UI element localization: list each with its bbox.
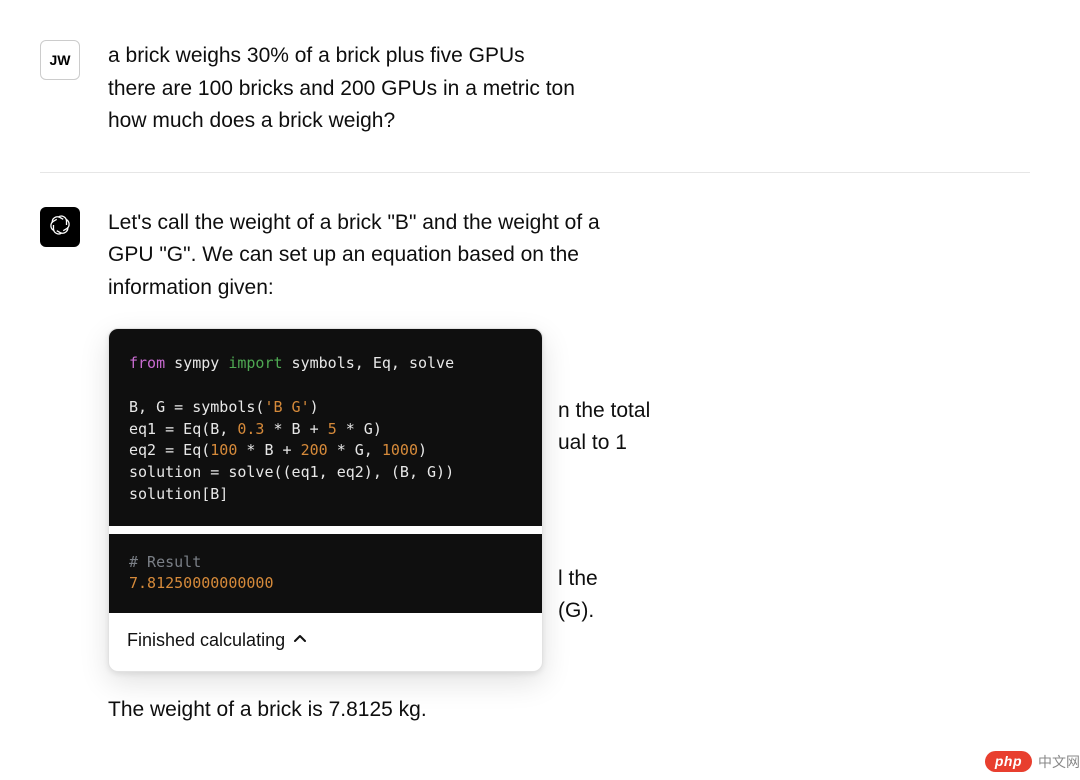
chevron-up-icon [293, 627, 307, 655]
behind-text-2: ual to 1 [558, 427, 627, 460]
calculation-footer[interactable]: Finished calculating [109, 613, 542, 671]
code-token: * B + [237, 441, 300, 459]
code-token: * G, [328, 441, 382, 459]
code-token: import [228, 354, 282, 372]
code-token: from [129, 354, 165, 372]
assistant-avatar [40, 207, 80, 247]
result-comment: # Result [129, 553, 201, 571]
user-line-3: how much does a brick weigh? [108, 105, 668, 138]
user-line-1: a brick weighs 30% of a brick plus five … [108, 40, 668, 73]
code-block-result[interactable]: # Result 7.81250000000000 [109, 534, 542, 614]
code-token: ) [418, 441, 427, 459]
code-token: sympy [165, 354, 228, 372]
code-token: solution = solve((eq1, eq2), (B, G)) [129, 463, 454, 481]
code-token: ) [310, 398, 319, 416]
code-token: * B + [264, 420, 327, 438]
code-token: eq2 = Eq( [129, 441, 210, 459]
code-token: 0.3 [237, 420, 264, 438]
user-avatar: JW [40, 40, 80, 80]
result-value: 7.81250000000000 [129, 574, 274, 592]
footer-label: Finished calculating [127, 627, 285, 655]
message-divider [40, 172, 1030, 173]
behind-text-3: l the [558, 563, 598, 596]
code-token: eq1 = Eq(B, [129, 420, 237, 438]
user-initials: JW [50, 52, 71, 68]
code-token: solution[B] [129, 485, 228, 503]
code-separator [109, 526, 542, 534]
code-token: B, G = symbols( [129, 398, 264, 416]
watermark: php 中文网 [985, 751, 1080, 772]
code-token: symbols, Eq, solve [283, 354, 455, 372]
watermark-pill: php [985, 751, 1032, 772]
user-message: JW a brick weighs 30% of a brick plus fi… [40, 40, 1030, 138]
code-token: 200 [301, 441, 328, 459]
code-token: 5 [328, 420, 337, 438]
code-token: 'B G' [264, 398, 309, 416]
code-token: 100 [210, 441, 237, 459]
code-token: * G) [337, 420, 382, 438]
assistant-message: Let's call the weight of a brick "B" and… [40, 207, 1030, 727]
final-answer: The weight of a brick is 7.8125 kg. [108, 694, 668, 727]
openai-logo-icon [47, 212, 73, 241]
assistant-intro: Let's call the weight of a brick "B" and… [108, 207, 628, 305]
behind-text-1: n the total [558, 395, 650, 428]
behind-text-4: (G). [558, 595, 594, 628]
calculation-card: from sympy import symbols, Eq, solve B, … [108, 328, 543, 672]
user-line-2: there are 100 bricks and 200 GPUs in a m… [108, 73, 668, 106]
code-token: 1000 [382, 441, 418, 459]
code-block-main[interactable]: from sympy import symbols, Eq, solve B, … [109, 329, 542, 525]
user-message-body: a brick weighs 30% of a brick plus five … [108, 40, 668, 138]
assistant-message-body: Let's call the weight of a brick "B" and… [108, 207, 668, 727]
watermark-text: 中文网 [1038, 752, 1080, 772]
